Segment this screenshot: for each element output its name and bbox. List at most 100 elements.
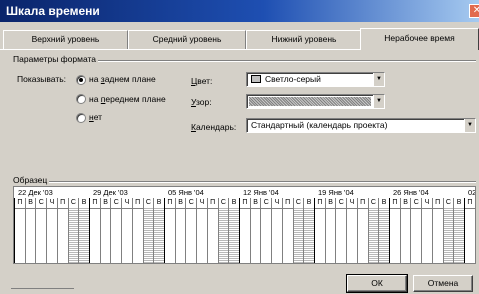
color-value: Светло-серый [265,74,321,84]
tab-top-level[interactable]: Верхний уровень [3,30,128,50]
nonworking-day-column: С [217,198,229,263]
calendar-select[interactable]: Стандартный (календарь проекта) ▼ [246,118,476,133]
calendar-label: Календарь: [191,122,237,132]
day-letter: В [154,198,164,208]
day-column: П [356,198,368,263]
day-column: Ч [121,198,132,263]
day-column: Ч [46,198,57,263]
day-letter: В [454,198,464,208]
day-letter: П [57,198,68,208]
day-column: П [164,198,175,263]
nonworking-day-column: В [78,198,89,263]
radio-background-label: на заднем плане [89,74,156,84]
week-label: 19 Янв '04 [318,188,354,197]
day-letter: П [132,198,143,208]
nonworking-day-column: В [303,198,314,263]
tab-bottom-level[interactable]: Нижний уровень [246,30,362,50]
radio-none-label: нет [89,112,103,122]
day-column: С [335,198,347,263]
sample-group-line [45,181,476,183]
day-letter: С [68,198,79,208]
day-column: Ч [421,198,432,263]
day-column: В [474,198,475,263]
day-column: П [314,198,325,263]
color-swatch [251,75,261,83]
color-select[interactable]: Светло-серый ▼ [246,72,385,87]
day-column: П [89,198,100,263]
day-column: С [185,198,197,263]
nonworking-day-column: С [367,198,379,263]
day-letter: Ч [422,198,432,208]
day-letter: Ч [197,198,207,208]
day-letter: П [282,198,293,208]
day-letter: С [293,198,304,208]
calendar-value: Стандартный (календарь проекта) [251,120,388,130]
day-letter: В [250,198,261,208]
radio-none[interactable] [76,113,86,123]
pattern-preview [249,97,371,106]
week-label: 05 Янв '04 [168,188,204,197]
day-column: С [410,198,422,263]
radio-foreground[interactable] [76,94,86,104]
day-letter: П [315,198,325,208]
nonworking-day-column: С [142,198,154,263]
tab-middle-level[interactable]: Средний уровень [128,30,246,50]
day-column: П [14,198,25,263]
week-column: 19 Янв '04 П В С Ч П С В [314,187,389,263]
radio-background[interactable] [76,75,86,85]
day-column: П [131,198,143,263]
nonworking-day-column: С [442,198,454,263]
day-letter: П [357,198,368,208]
day-column: П [206,198,218,263]
nonworking-day-column: С [292,198,304,263]
radio-foreground-label: на переднем плане [89,94,166,104]
timescale-sample: 22 Дек '03 П В С Ч П С В 29 Дек '03 П В С Ч П С В 05 Янв… [13,186,476,264]
day-letter: В [175,198,186,208]
day-letter: В [79,198,89,208]
day-letter: С [111,198,122,208]
day-letter: С [368,198,379,208]
day-column: П [464,198,475,263]
day-letter: В [379,198,389,208]
chevron-down-icon[interactable]: ▼ [464,119,475,132]
day-letter: В [229,198,239,208]
sample-group-label: Образец [13,175,50,185]
day-letter: С [186,198,197,208]
day-letter: П [240,198,250,208]
tab-nonworking-time[interactable]: Нерабочее время [360,28,479,50]
day-letter: Ч [47,198,57,208]
day-column: Ч [346,198,357,263]
week-label: 29 Дек '03 [93,188,128,197]
day-column: В [174,198,186,263]
chevron-down-icon[interactable]: ▼ [373,73,384,86]
ok-button[interactable]: ОК [346,274,408,293]
day-letter: П [465,198,475,208]
day-letter: С [143,198,154,208]
tab-label: Средний уровень [152,34,222,44]
nonworking-day-column: В [153,198,164,263]
day-letter: В [304,198,314,208]
day-column: С [260,198,272,263]
tab-label: Нижний уровень [271,34,337,44]
chevron-down-icon[interactable]: ▼ [373,95,384,108]
day-column: П [239,198,250,263]
status-divider [11,288,74,289]
close-button[interactable]: ✕ [469,4,479,18]
day-column: С [35,198,47,263]
day-letter: П [15,198,25,208]
pattern-select[interactable]: ▼ [246,94,385,109]
tab-label: Верхний уровень [31,34,100,44]
day-column: В [99,198,111,263]
week-column: 05 Янв '04 П В С Ч П С В [164,187,239,263]
day-letter: С [36,198,47,208]
day-letter: Ч [122,198,132,208]
format-group-label: Параметры формата [13,54,99,64]
day-letter: С [443,198,454,208]
nonworking-day-column: В [378,198,389,263]
day-letter: П [90,198,100,208]
week-column: 12 Янв '04 П В С Ч П С В [239,187,314,263]
cancel-button[interactable]: Отмена [413,275,473,292]
day-letter: П [432,198,443,208]
nonworking-day-column: В [228,198,239,263]
week-column: 02ПВСЧПСВ [464,187,475,263]
